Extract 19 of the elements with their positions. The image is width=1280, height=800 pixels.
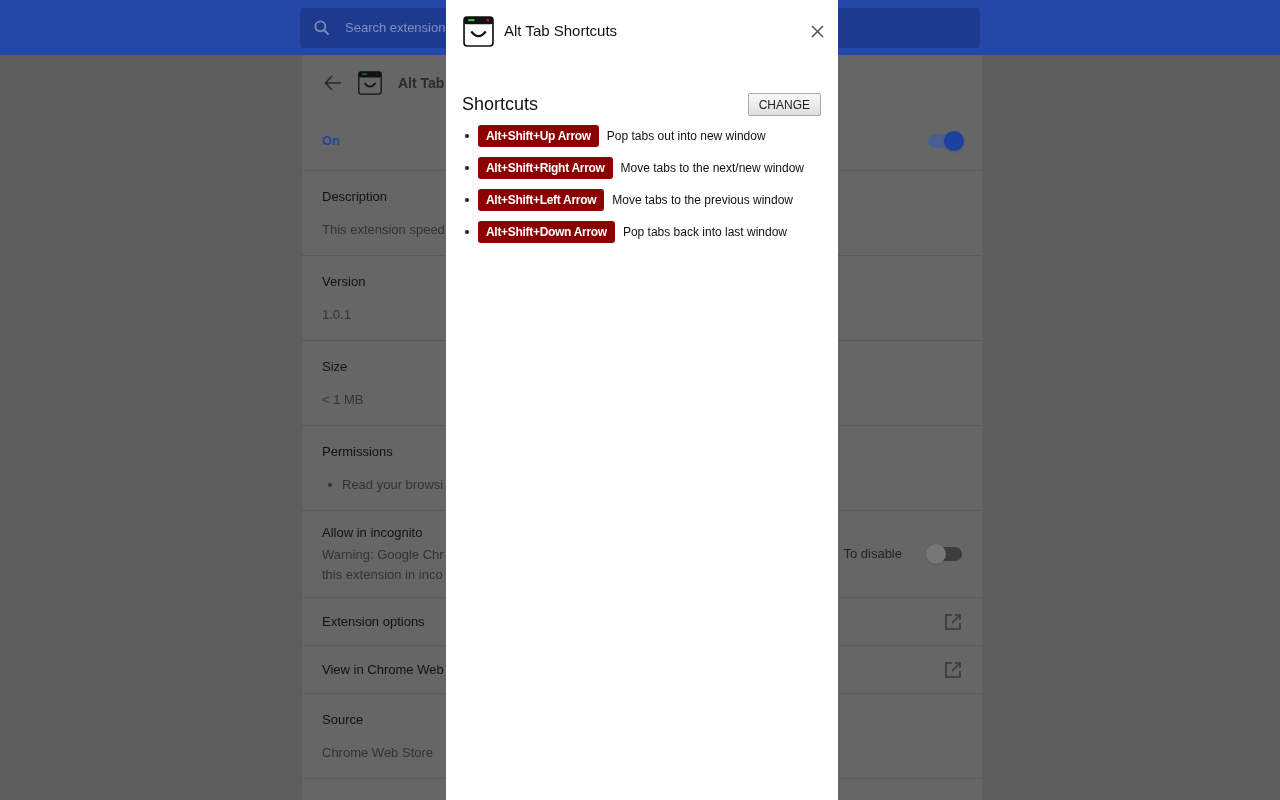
shortcut-description: Move tabs to the next/new window <box>620 160 805 177</box>
extension-name: Alt Tab <box>398 73 445 93</box>
shortcut-description: Pop tabs out into new window <box>606 128 766 145</box>
dialog-title: Alt Tab Shortcuts <box>504 21 619 42</box>
section-label: Source <box>322 710 365 729</box>
section-label: Permissions <box>322 442 394 461</box>
section-label: Version <box>322 272 367 291</box>
section-label: Allow in incognito <box>322 523 424 542</box>
section-label: Size <box>322 357 349 376</box>
shortcut-key-badge: Alt+Shift+Left Arrow <box>478 189 605 211</box>
shortcut-key-badge: Alt+Shift+Up Arrow <box>478 125 599 147</box>
section-heading: Shortcuts <box>462 93 539 116</box>
shortcut-key-badge: Alt+Shift+Right Arrow <box>478 157 613 179</box>
warning-text: To disable <box>843 545 902 564</box>
status-label: On <box>322 131 342 150</box>
shortcut-description: Pop tabs back into last window <box>622 224 787 241</box>
shortcut-description: Move tabs to the previous window <box>612 192 793 209</box>
section-label: Description <box>322 187 389 206</box>
shortcut-key-badge: Alt+Shift+Down Arrow <box>478 221 615 243</box>
